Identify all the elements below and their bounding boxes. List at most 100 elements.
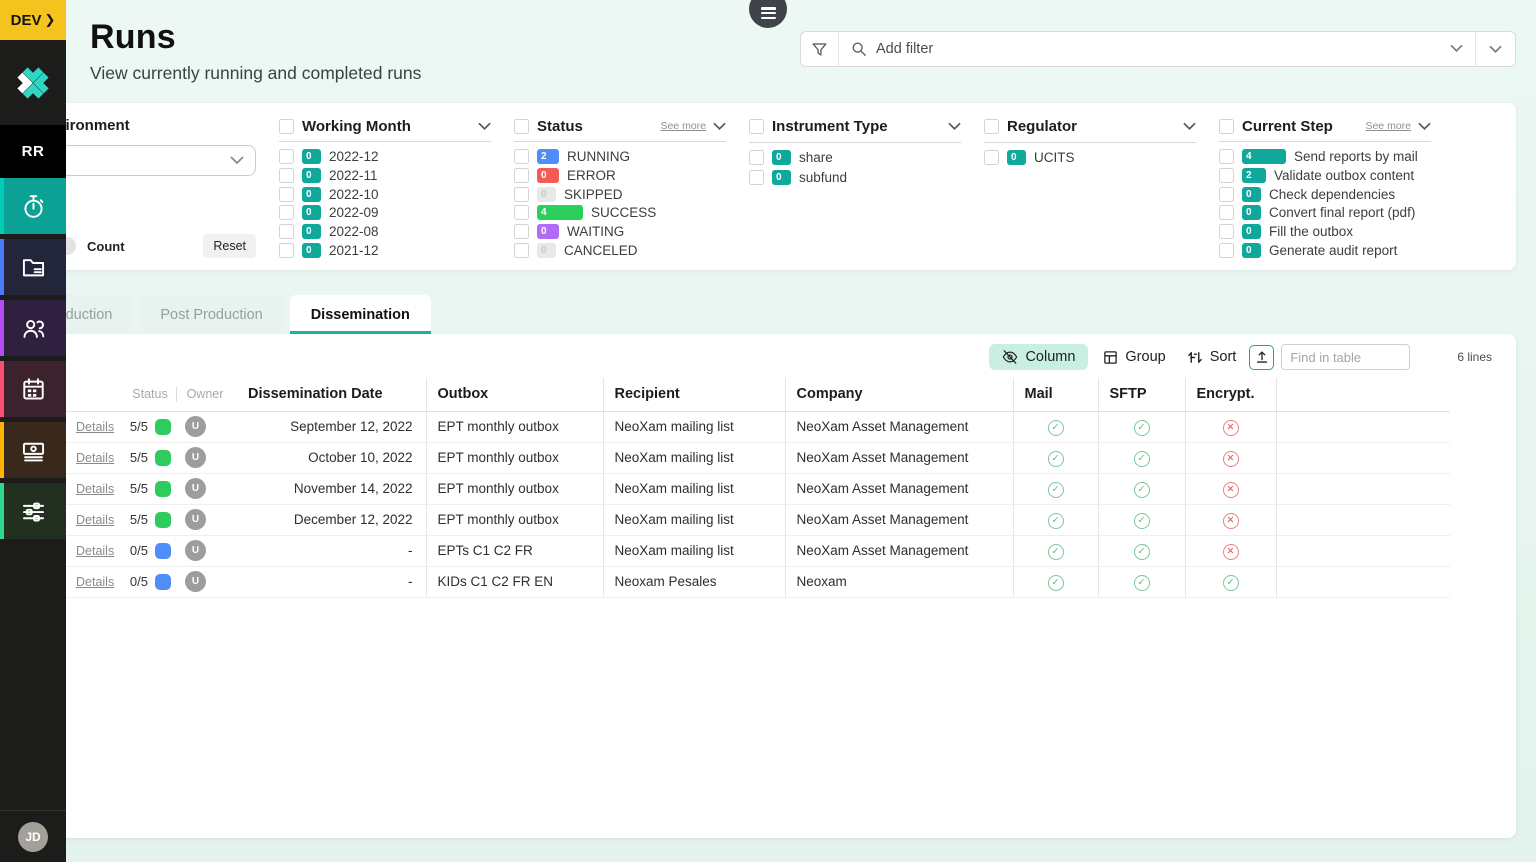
table-row: Details 5/5 U October 10, 2022 EPT month…	[22, 442, 1450, 473]
chevron-down-icon	[230, 156, 244, 165]
filter-option-checkbox[interactable]	[514, 224, 529, 239]
filter-option-count-badge: 0	[1007, 150, 1026, 165]
outbox-cell: EPT monthly outbox	[426, 442, 603, 473]
sidebar-item-calendar[interactable]	[0, 361, 66, 417]
filter-option-checkbox[interactable]	[1219, 149, 1234, 164]
filter-option-count-badge: 0	[1242, 187, 1261, 202]
sftp-status-icon: ✓	[1134, 420, 1150, 436]
sidebar-item-runs[interactable]	[0, 178, 66, 234]
calendar-icon	[20, 376, 47, 403]
owner-avatar: U	[185, 509, 206, 530]
sort-button[interactable]: Sort	[1187, 349, 1237, 365]
current-step-select-all-checkbox[interactable]	[1219, 119, 1234, 134]
details-link[interactable]: Details	[76, 451, 114, 465]
status-select-all-checkbox[interactable]	[514, 119, 529, 134]
mail-status-icon: ✓	[1048, 513, 1064, 529]
chevron-down-icon[interactable]	[478, 122, 491, 131]
add-filter-input[interactable]: Add filter	[839, 32, 1475, 66]
user-avatar[interactable]: JD	[18, 822, 48, 852]
filter-option-checkbox[interactable]	[1219, 187, 1234, 202]
filter-option: 2 RUNNING	[514, 147, 726, 166]
environment-badge[interactable]: DEV ❯	[0, 0, 66, 40]
table-row: Details 0/5 U - KIDs C1 C2 FR EN Neoxam …	[22, 566, 1450, 597]
reset-button[interactable]: Reset	[203, 234, 256, 258]
filter-option: 0 Convert final report (pdf)	[1219, 204, 1431, 223]
menu-toggle-button[interactable]	[749, 0, 787, 28]
encrypt-status-icon: ✕	[1223, 482, 1239, 498]
filter-option-checkbox[interactable]	[514, 187, 529, 202]
filter-funnel-button[interactable]	[801, 32, 839, 66]
filter-section-current-step: Current Step See more 4 Send reports by …	[1219, 117, 1431, 260]
status-see-more-link[interactable]: See more	[660, 120, 706, 132]
filter-option-count-badge: 0	[1242, 243, 1261, 258]
filter-option-checkbox[interactable]	[1219, 168, 1234, 183]
sidebar-item-settings[interactable]	[0, 483, 66, 539]
sidebar-item-payments[interactable]	[0, 422, 66, 478]
details-link[interactable]: Details	[76, 513, 114, 527]
filter-option: 0 Check dependencies	[1219, 185, 1431, 204]
export-button[interactable]	[1249, 345, 1274, 370]
filter-option-checkbox[interactable]	[1219, 205, 1234, 220]
sftp-status-icon: ✓	[1134, 482, 1150, 498]
chevron-down-icon[interactable]	[1450, 40, 1463, 58]
group-button[interactable]: Group	[1103, 349, 1165, 365]
sidebar-item-folders[interactable]	[0, 239, 66, 295]
status-square	[155, 481, 171, 497]
workspace-badge[interactable]: RR	[0, 125, 66, 178]
filter-option-checkbox[interactable]	[514, 168, 529, 183]
folders-strip	[0, 239, 4, 295]
filter-option-checkbox[interactable]	[749, 170, 764, 185]
column-button[interactable]: Column	[989, 344, 1088, 370]
chevron-down-icon[interactable]	[948, 122, 961, 131]
regulator-select-all-checkbox[interactable]	[984, 119, 999, 134]
filter-option-checkbox[interactable]	[279, 168, 294, 183]
working-month-select-all-checkbox[interactable]	[279, 119, 294, 134]
filter-bar-expand-button[interactable]	[1475, 32, 1515, 66]
environment-select[interactable]	[38, 145, 256, 176]
page-subtitle: View currently running and completed run…	[90, 63, 421, 84]
sidebar-item-users[interactable]	[0, 300, 66, 356]
chevron-down-icon[interactable]	[713, 122, 726, 131]
encrypt-status-icon: ✓	[1223, 575, 1239, 591]
users-icon	[20, 315, 47, 342]
filter-option-checkbox[interactable]	[279, 205, 294, 220]
sidebar-nav	[0, 178, 66, 544]
filter-option-checkbox[interactable]	[984, 150, 999, 165]
chevron-down-icon[interactable]	[1183, 122, 1196, 131]
details-link[interactable]: Details	[76, 420, 114, 434]
filter-option-count-badge: 0	[302, 149, 321, 164]
filter-option: 0 Generate audit report	[1219, 241, 1431, 260]
filter-option-count-badge: 0	[537, 243, 556, 258]
details-link[interactable]: Details	[76, 575, 114, 589]
instrument-type-select-all-checkbox[interactable]	[749, 119, 764, 134]
tab-dissemination[interactable]: Dissemination	[290, 295, 431, 334]
filter-option-checkbox[interactable]	[279, 187, 294, 202]
filter-option-checkbox[interactable]	[1219, 224, 1234, 239]
filter-section-status: Status See more 2 RUNNING 0 ERROR 0	[514, 117, 726, 260]
filter-option-checkbox[interactable]	[514, 149, 529, 164]
search-icon	[851, 41, 867, 57]
neoxam-logo-icon	[12, 62, 54, 104]
filter-option-checkbox[interactable]	[279, 149, 294, 164]
add-filter-placeholder: Add filter	[876, 41, 933, 57]
filter-option-checkbox[interactable]	[749, 150, 764, 165]
chevron-down-icon[interactable]	[1418, 122, 1431, 131]
owner-avatar: U	[185, 540, 206, 561]
tab-post-production[interactable]: Post Production	[139, 295, 283, 334]
filter-option-checkbox[interactable]	[514, 243, 529, 258]
run-phase-tabs: Production Post Production Dissemination	[22, 295, 431, 334]
details-link[interactable]: Details	[76, 544, 114, 558]
details-link[interactable]: Details	[76, 482, 114, 496]
filter-option-count-badge: 0	[772, 150, 791, 165]
current-step-see-more-link[interactable]: See more	[1365, 120, 1411, 132]
run-progress: 0/5	[130, 574, 148, 589]
filter-option-checkbox[interactable]	[279, 224, 294, 239]
filter-option: 0 2022-08	[279, 222, 491, 241]
find-in-table-input[interactable]	[1281, 344, 1410, 370]
stopwatch-icon	[20, 193, 47, 220]
filter-option: 0 WAITING	[514, 222, 726, 241]
filter-option-checkbox[interactable]	[279, 243, 294, 258]
filter-option-checkbox[interactable]	[1219, 243, 1234, 258]
outbox-cell: EPT monthly outbox	[426, 504, 603, 535]
filter-option-checkbox[interactable]	[514, 205, 529, 220]
